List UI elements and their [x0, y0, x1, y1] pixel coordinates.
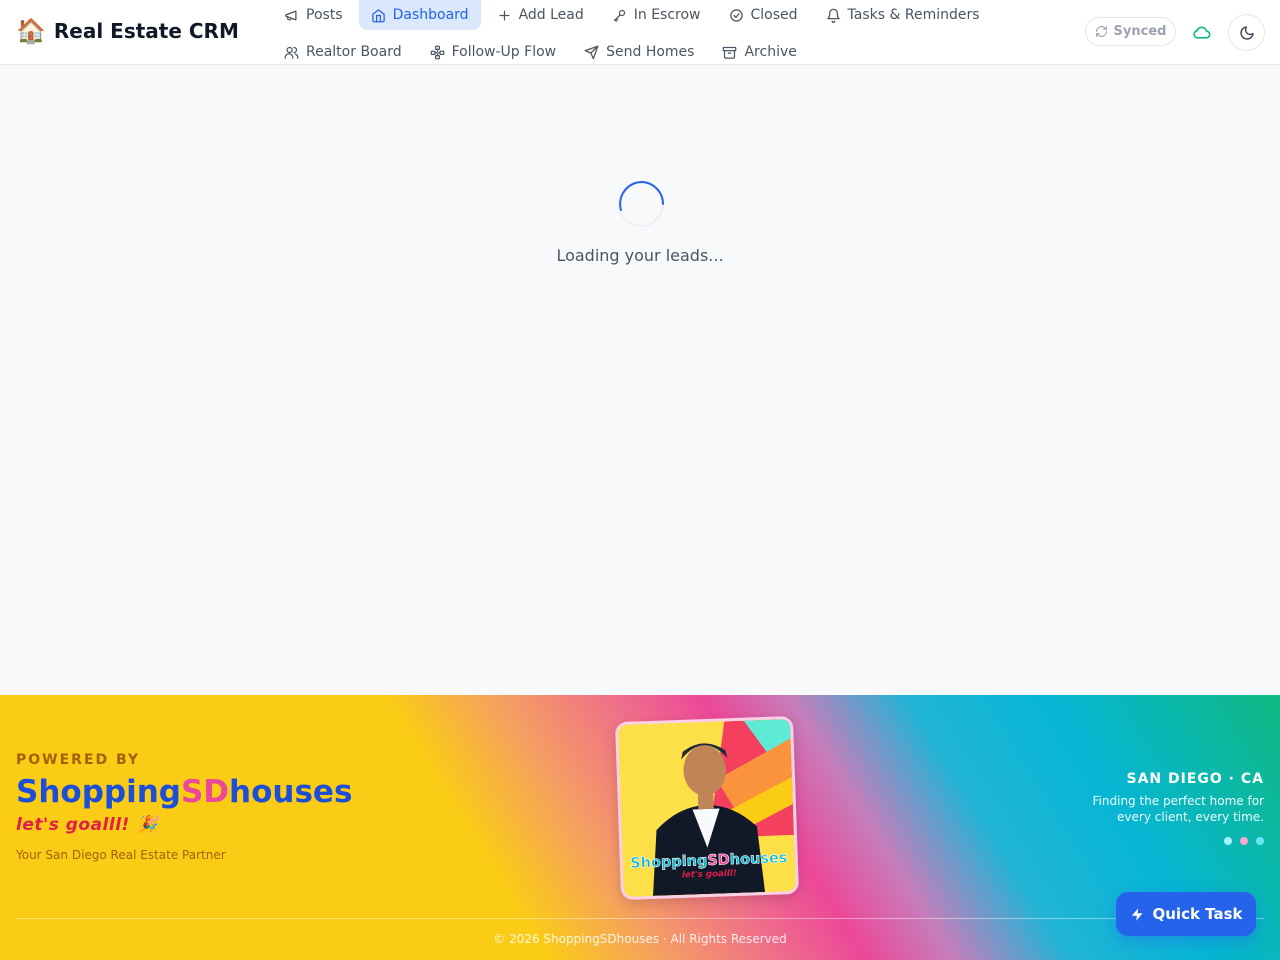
nav-item-send-homes[interactable]: Send Homes: [572, 37, 706, 67]
lightning-icon: [1131, 907, 1142, 921]
location-subtitle: Finding the perfect home for every clien…: [1092, 794, 1264, 824]
quick-task-button[interactable]: Quick Task: [1116, 892, 1256, 936]
nav-item-archive[interactable]: Archive: [710, 37, 808, 67]
sync-status-badge[interactable]: Synced: [1085, 17, 1176, 46]
nav-label: In Escrow: [633, 7, 701, 23]
footer-tagline: let's goalll! 🎉: [16, 815, 158, 835]
footer-divider: [16, 918, 1264, 919]
nav-item-tasks[interactable]: Tasks & Reminders: [814, 0, 992, 30]
users-icon: [284, 46, 299, 59]
nav-label: Dashboard: [392, 7, 469, 23]
footer: POWERED BY ShoppingSDhouses let's goalll…: [0, 695, 1280, 960]
carousel-dots: [1224, 837, 1264, 845]
brand[interactable]: 🏠 Real Estate CRM: [16, 17, 239, 45]
archive-icon: [723, 46, 737, 59]
nav-label: Closed: [750, 7, 798, 23]
key-icon: [613, 9, 625, 22]
agent-photo-image: ShoppingSDhouses let's goalll!: [618, 719, 796, 897]
megaphone-icon: [285, 10, 297, 20]
nav-row-secondary: Realtor Board Follow-Up Flow Send Homes …: [272, 37, 813, 67]
brand-title: Real Estate CRM: [53, 19, 239, 43]
nav-item-follow-up-flow[interactable]: Follow-Up Flow: [418, 37, 569, 67]
brand-part-houses: houses: [229, 774, 353, 810]
carousel-dot[interactable]: [1240, 837, 1248, 845]
nav-label: Realtor Board: [306, 44, 402, 60]
send-icon: [584, 45, 599, 59]
moon-icon: [1239, 25, 1254, 40]
home-icon: [371, 8, 385, 22]
refresh-icon: [1095, 26, 1107, 37]
carousel-dot[interactable]: [1256, 837, 1264, 845]
bell-icon: [826, 8, 840, 23]
nav-label: Posts: [306, 7, 343, 23]
app-header: 🏠 Real Estate CRM Posts Dashboard Add Le…: [0, 0, 1280, 65]
partner-text: Your San Diego Real Estate Partner: [16, 848, 226, 862]
nav-row-primary: Posts Dashboard Add Lead In Escrow Close…: [272, 0, 996, 30]
nav-label: Archive: [744, 44, 797, 60]
carousel-dot[interactable]: [1224, 837, 1232, 845]
copyright-text: © 2026 ShoppingSDhouses · All Rights Res…: [493, 932, 787, 946]
sync-status-label: Synced: [1113, 24, 1167, 39]
nav-label: Send Homes: [606, 44, 695, 60]
photo-tagline: let's goalll!: [682, 869, 737, 881]
nav-item-add-lead[interactable]: Add Lead: [485, 0, 596, 30]
nav-label: Add Lead: [518, 7, 584, 23]
nav-item-dashboard[interactable]: Dashboard: [358, 0, 481, 30]
quick-task-label: Quick Task: [1152, 905, 1243, 923]
check-circle-icon: [729, 8, 743, 22]
brand-part-sd: SD: [180, 774, 230, 810]
cloud-icon[interactable]: [1192, 23, 1212, 41]
nav-item-realtor-board[interactable]: Realtor Board: [272, 37, 414, 67]
agent-photo: ShoppingSDhouses let's goalll!: [614, 715, 800, 901]
loading-spinner: [618, 180, 664, 227]
plus-icon: [499, 10, 510, 20]
photo-brand-houses: houses: [730, 850, 788, 868]
workflow-icon: [430, 45, 444, 59]
photo-brand-sd: SD: [707, 852, 730, 869]
brand-part-shopping: Shopping: [16, 774, 181, 810]
footer-brand: ShoppingSDhouses: [16, 773, 352, 811]
location-title: SAN DIEGO · CA: [1126, 771, 1264, 787]
house-icon: 🏠: [16, 17, 46, 45]
nav-label: Tasks & Reminders: [847, 7, 980, 23]
theme-toggle-button[interactable]: [1228, 14, 1265, 51]
nav-item-in-escrow[interactable]: In Escrow: [600, 0, 713, 30]
loading-text: Loading your leads...: [556, 246, 724, 265]
nav-item-posts[interactable]: Posts: [272, 0, 355, 30]
powered-by-label: POWERED BY: [16, 752, 141, 768]
photo-brand-shopping: Shopping: [630, 853, 708, 872]
nav-label: Follow-Up Flow: [451, 44, 557, 60]
nav-item-closed[interactable]: Closed: [717, 0, 810, 30]
